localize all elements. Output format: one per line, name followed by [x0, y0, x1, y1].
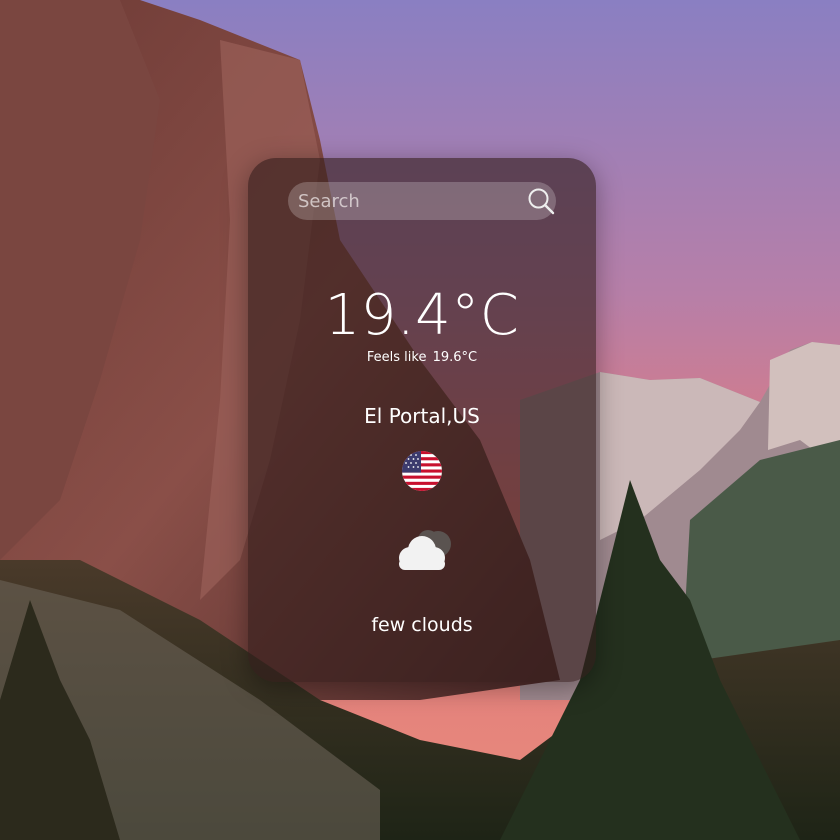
search-input[interactable] — [288, 181, 525, 221]
location-name: El Portal,US — [364, 404, 480, 428]
us-flag-icon — [402, 451, 442, 491]
weather-card: 19.4°C Feels like 19.6°C El Portal,US — [248, 158, 596, 682]
few-clouds-icon — [388, 526, 458, 574]
search-bar — [288, 181, 556, 221]
feels-like-value: 19.6°C — [432, 350, 478, 365]
weather-description: few clouds — [371, 614, 473, 636]
feels-like-label: Feels like — [366, 350, 427, 365]
temperature-value: 19.4°C — [324, 283, 520, 348]
search-button[interactable] — [525, 182, 556, 220]
magnifier-icon — [528, 188, 554, 215]
feels-like: Feels like 19.6°C — [248, 350, 596, 365]
